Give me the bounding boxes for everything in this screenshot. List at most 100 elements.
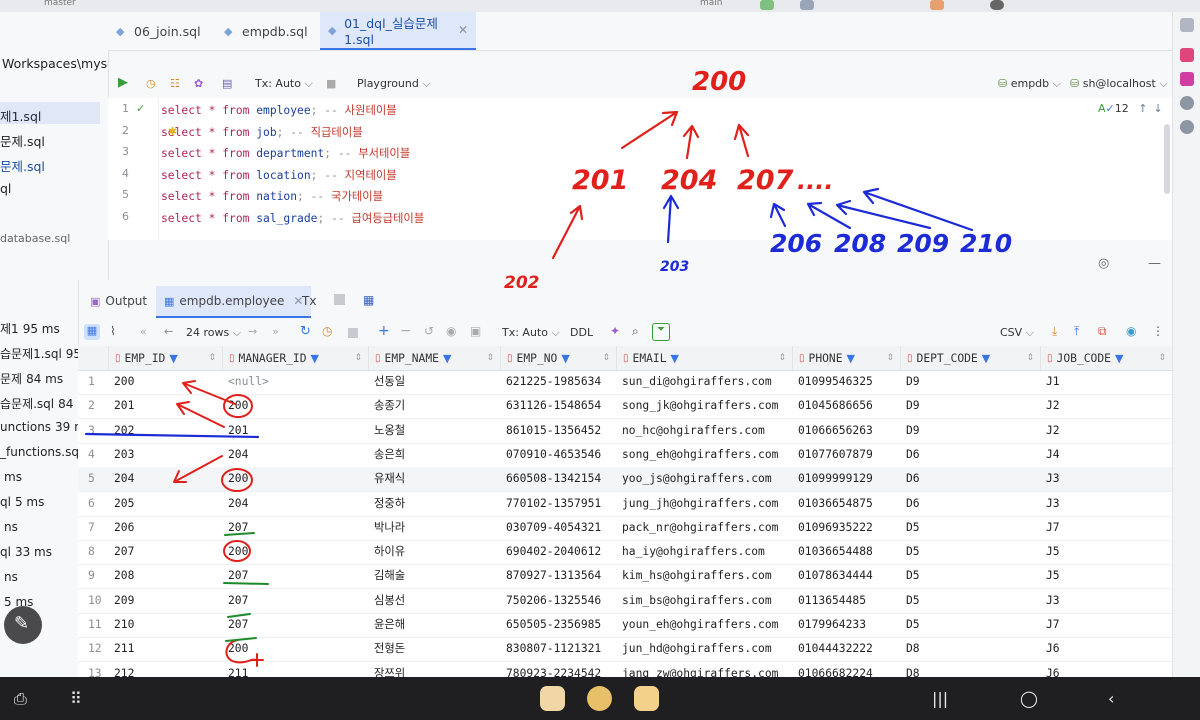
cell-manager-id[interactable]: 207 bbox=[228, 613, 366, 637]
cell-phone[interactable]: 01036654488 bbox=[798, 540, 898, 564]
cell-email[interactable]: pack_nr@ohgiraffers.com bbox=[622, 516, 790, 540]
column-header[interactable]: ▯ EMP_NO ▼ ⇕ bbox=[500, 346, 616, 370]
ai-icon[interactable] bbox=[1180, 72, 1194, 86]
tx-mode-dropdown[interactable]: Tx: Auto ⌵ bbox=[502, 326, 560, 340]
table-row[interactable]: 2 201 200 송종기 631126-1548654 song_jk@ohgiraff… bbox=[78, 394, 1172, 420]
cell-email[interactable]: yoo_js@ohgiraffers.com bbox=[622, 467, 790, 491]
cell-phone[interactable]: 01078634444 bbox=[798, 564, 898, 588]
cell-emp-no[interactable]: 861015-1356452 bbox=[506, 419, 614, 443]
close-icon[interactable] bbox=[930, 0, 944, 10]
cell-job[interactable]: J1 bbox=[1046, 370, 1170, 394]
cell-dept[interactable]: D8 bbox=[906, 662, 1038, 677]
cell-emp-no[interactable]: 770102-1357951 bbox=[506, 492, 614, 516]
cell-phone[interactable]: 01045686656 bbox=[798, 394, 898, 418]
cell-manager-id[interactable]: 211 bbox=[228, 662, 366, 677]
revert-icon[interactable]: ↺ bbox=[424, 324, 434, 338]
cell-emp-id[interactable]: 203 bbox=[114, 443, 220, 467]
cell-emp-id[interactable]: 210 bbox=[114, 613, 220, 637]
cell-emp-no[interactable]: 631126-1548654 bbox=[506, 394, 614, 418]
screen-capture-icon[interactable]: ⎙ bbox=[14, 689, 27, 709]
run-log-item[interactable]: ns bbox=[0, 570, 18, 584]
cell-emp-id[interactable]: 208 bbox=[114, 564, 220, 588]
chart-icon[interactable]: ⌇ bbox=[110, 324, 116, 338]
cell-emp-name[interactable]: 선동일 bbox=[374, 370, 498, 394]
code-line[interactable]: select * from department; -- 부서테이블 bbox=[161, 145, 410, 161]
filter-icon[interactable]: ▼ bbox=[169, 352, 177, 365]
last-page-icon[interactable]: » bbox=[272, 325, 279, 338]
search-icon[interactable]: ⌕ bbox=[632, 324, 639, 339]
code-line[interactable]: select * from job; -- 직급테이블 bbox=[161, 124, 363, 140]
settings-icon[interactable] bbox=[990, 0, 1004, 10]
code-line[interactable]: select * from location; -- 지역테이블 bbox=[161, 167, 397, 183]
cell-emp-name[interactable]: 하이유 bbox=[374, 540, 498, 564]
more-icon[interactable]: ⋮ bbox=[1152, 324, 1164, 338]
back-icon[interactable]: ‹ bbox=[1108, 689, 1114, 708]
apps-grid-icon[interactable]: ⠿ bbox=[70, 689, 82, 708]
eye-icon[interactable]: ◉ bbox=[1126, 324, 1136, 338]
compare-icon[interactable]: ⧉ bbox=[1098, 324, 1107, 339]
cell-emp-name[interactable]: 심봉선 bbox=[374, 589, 498, 613]
cell-job[interactable]: J3 bbox=[1046, 589, 1170, 613]
gear-icon[interactable]: ✿ bbox=[194, 77, 203, 90]
debug-icon[interactable] bbox=[800, 0, 814, 10]
run-icon[interactable] bbox=[760, 0, 774, 10]
cell-emp-id[interactable]: 205 bbox=[114, 492, 220, 516]
column-header[interactable]: ▯ PHONE ▼ ⇕ bbox=[792, 346, 900, 370]
delete-row-icon[interactable]: − bbox=[400, 323, 412, 339]
cell-job[interactable]: J4 bbox=[1046, 443, 1170, 467]
cell-emp-no[interactable]: 830807-1121321 bbox=[506, 637, 614, 661]
cell-manager-id[interactable]: 207 bbox=[228, 516, 366, 540]
sort-icon[interactable]: ⇕ bbox=[886, 353, 894, 363]
cell-manager-id[interactable]: 200 bbox=[228, 637, 366, 661]
cell-phone[interactable]: 01066656263 bbox=[798, 419, 898, 443]
home-icon[interactable]: ◯ bbox=[1020, 689, 1038, 708]
cell-phone[interactable]: 01096935222 bbox=[798, 516, 898, 540]
tab-empdb[interactable]: ◆ empdb.sql bbox=[216, 12, 316, 50]
cell-manager-id[interactable]: <null> bbox=[228, 370, 366, 394]
tx-mode-dropdown[interactable]: Tx: Auto ⌵ bbox=[255, 77, 313, 91]
stop-icon[interactable] bbox=[334, 294, 345, 305]
table-row[interactable]: 7 206 207 박나라 030709-4054321 pack_nr@ohgiraff… bbox=[78, 516, 1172, 541]
project-item[interactable]: database.sql bbox=[0, 232, 70, 245]
cell-emp-name[interactable]: 박나라 bbox=[374, 516, 498, 540]
code-line[interactable]: select * from nation; -- 국가테이블 bbox=[161, 188, 383, 204]
cell-dept[interactable]: D6 bbox=[906, 467, 1038, 491]
cell-dept[interactable]: D5 bbox=[906, 613, 1038, 637]
notion-app-icon[interactable] bbox=[540, 686, 565, 711]
cell-emp-name[interactable]: 윤은해 bbox=[374, 613, 498, 637]
cell-manager-id[interactable]: 200 bbox=[228, 394, 366, 418]
cell-emp-id[interactable]: 204 bbox=[114, 467, 220, 491]
cell-emp-no[interactable]: 870927-1313564 bbox=[506, 564, 614, 588]
refresh-icon[interactable]: ↻ bbox=[300, 324, 311, 339]
cell-manager-id[interactable]: 204 bbox=[228, 492, 366, 516]
recents-icon[interactable]: ||| bbox=[932, 689, 948, 708]
cell-email[interactable]: sim_bs@ohgiraffers.com bbox=[622, 589, 790, 613]
code-line[interactable]: select * from sal_grade; -- 급여등급테이블 bbox=[161, 210, 424, 226]
cell-emp-no[interactable]: 030709-4054321 bbox=[506, 516, 614, 540]
cell-emp-id[interactable]: 209 bbox=[114, 589, 220, 613]
ddl-button[interactable]: DDL bbox=[570, 326, 593, 339]
cell-email[interactable]: jang_zw@ohgiraffers.com bbox=[622, 662, 790, 677]
run-log-item[interactable]: _functions.sq bbox=[0, 445, 78, 459]
tab-output[interactable]: ▣ Output bbox=[82, 286, 155, 316]
filter-icon[interactable]: ▼ bbox=[847, 352, 855, 365]
sort-icon[interactable]: ⇕ bbox=[208, 353, 216, 363]
cell-emp-no[interactable]: 070910-4653546 bbox=[506, 443, 614, 467]
cell-emp-name[interactable]: 송종기 bbox=[374, 394, 498, 418]
cell-dept[interactable]: D5 bbox=[906, 589, 1038, 613]
execute-icon[interactable]: ▶ bbox=[118, 75, 128, 90]
calendar-app-icon[interactable] bbox=[634, 686, 659, 711]
cell-phone[interactable]: 0179964233 bbox=[798, 613, 898, 637]
cell-email[interactable]: song_eh@ohgiraffers.com bbox=[622, 443, 790, 467]
project-item[interactable]: 문제.sql bbox=[0, 156, 45, 175]
cell-dept[interactable]: D5 bbox=[906, 540, 1038, 564]
table-row[interactable]: 13 212 211 장쯔위 780923-2234542 jang_zw@ohgiraf… bbox=[78, 662, 1172, 677]
filter-icon[interactable]: ▼ bbox=[1115, 352, 1123, 365]
cell-phone[interactable]: 01099999129 bbox=[798, 467, 898, 491]
bulb-icon[interactable]: ✱ bbox=[168, 125, 177, 138]
cell-emp-no[interactable]: 621225-1985634 bbox=[506, 370, 614, 394]
cell-email[interactable]: youn_eh@ohgiraffers.com bbox=[622, 613, 790, 637]
settings-icon[interactable]: ☷ bbox=[170, 77, 180, 90]
cell-emp-name[interactable]: 김해술 bbox=[374, 564, 498, 588]
notes-app-icon[interactable] bbox=[587, 686, 612, 711]
